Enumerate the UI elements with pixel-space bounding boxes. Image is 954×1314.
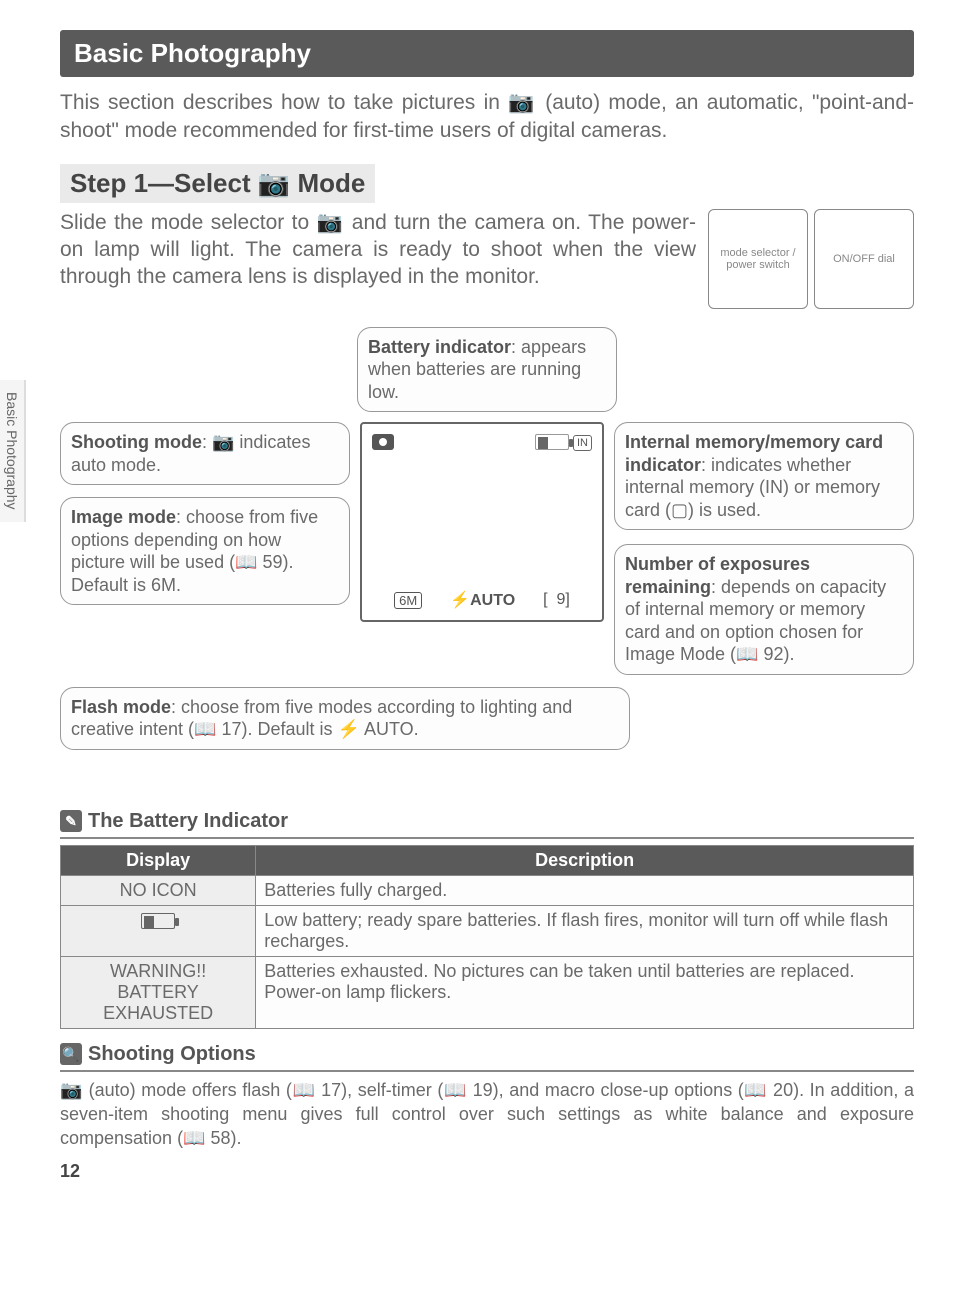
callout-image-mode: Image mode: choose from five options dep… <box>60 497 350 605</box>
callout-shooting-mode: Shooting mode: 📷 indicates auto mode. <box>60 422 350 485</box>
table-row: NO ICON Batteries fully charged. <box>61 875 914 905</box>
screen-exposures-remaining: [ 9] <box>543 591 570 609</box>
table-cell-display: NO ICON <box>61 875 256 905</box>
table-row: WARNING!! BATTERY EXHAUSTED Batteries ex… <box>61 956 914 1028</box>
side-tab-label: Basic Photography <box>0 380 26 522</box>
battery-indicator-header: ✎ The Battery Indicator <box>60 810 914 839</box>
battery-indicator-table: Display Description NO ICON Batteries fu… <box>60 845 914 1029</box>
screen-flash-mode-value: ⚡AUTO <box>450 590 515 610</box>
pencil-icon: ✎ <box>60 810 82 832</box>
table-header-row: Display Description <box>61 845 914 875</box>
intro-paragraph: This section describes how to take pictu… <box>60 89 914 146</box>
shooting-options-header: 🔍 Shooting Options <box>60 1043 914 1072</box>
table-cell-description: Batteries exhausted. No pictures can be … <box>256 956 914 1028</box>
step-1-header: Step 1—Select 📷 Mode <box>60 164 375 203</box>
table-cell-description: Low battery; ready spare batteries. If f… <box>256 905 914 956</box>
camera-icon <box>372 434 394 450</box>
callout-exposures-remaining: Number of exposures remaining: depends o… <box>614 544 914 675</box>
table-header-display: Display <box>61 845 256 875</box>
monitor-diagram: Battery indicator: appears when batterie… <box>60 327 914 750</box>
monitor-screen: IN 6M ⚡AUTO [ 9] <box>360 422 604 622</box>
table-cell-description: Batteries fully charged. <box>256 875 914 905</box>
table-row: Low battery; ready spare batteries. If f… <box>61 905 914 956</box>
mode-selector-illustration: mode selector / power switch <box>708 209 808 309</box>
screen-memory-icon: IN <box>535 434 592 453</box>
callout-memory-indicator: Internal memory/memory card indicator: i… <box>614 422 914 530</box>
shooting-options-text: 📷 (auto) mode offers flash (📖 17), self-… <box>60 1078 914 1151</box>
step-1-description: Slide the mode selector to 📷 and turn th… <box>60 209 696 309</box>
section-header: Basic Photography <box>60 30 914 77</box>
table-cell-display <box>61 905 256 956</box>
table-header-description: Description <box>256 845 914 875</box>
low-battery-icon <box>141 913 175 929</box>
page-number: 12 <box>60 1161 914 1182</box>
callout-battery-indicator: Battery indicator: appears when batterie… <box>357 327 617 413</box>
screen-image-mode-value: 6M <box>394 592 422 609</box>
power-switch-illustration: ON/OFF dial <box>814 209 914 309</box>
callout-flash-mode: Flash mode: choose from five modes accor… <box>60 687 630 750</box>
magnifier-icon: 🔍 <box>60 1043 82 1065</box>
table-cell-display: WARNING!! BATTERY EXHAUSTED <box>61 956 256 1028</box>
screen-shooting-mode-icon <box>372 434 394 453</box>
